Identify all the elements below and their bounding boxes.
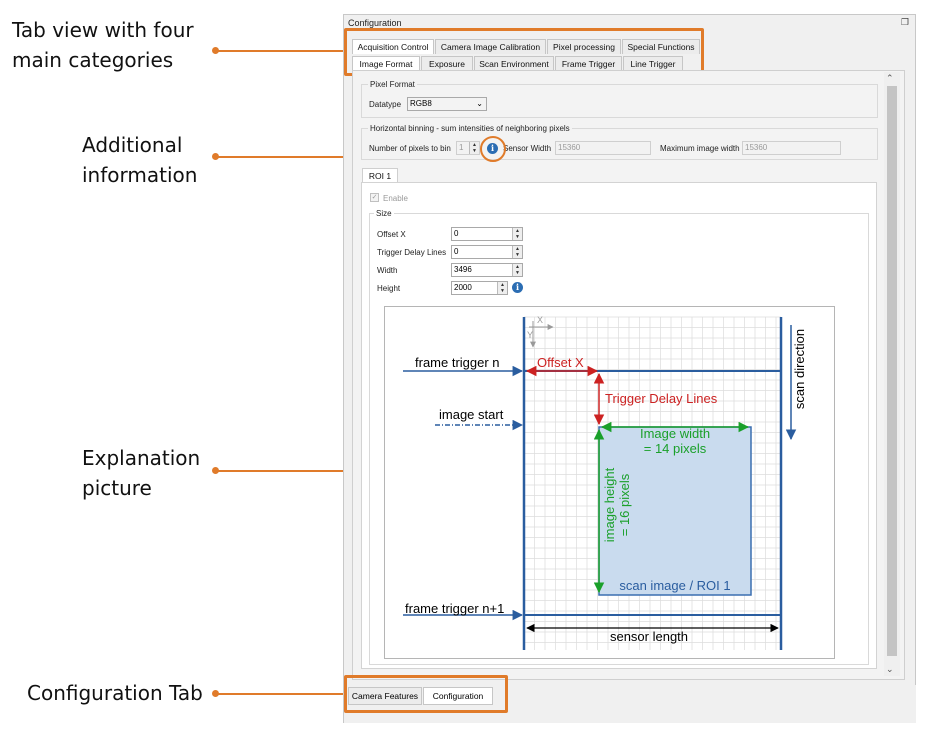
scan-direction-label: scan direction bbox=[792, 329, 807, 409]
diagram-svg: frame trigger n image start frame trigge… bbox=[403, 315, 807, 650]
image-start-label: image start bbox=[439, 407, 504, 422]
frame-trigger-n1-label: frame trigger n+1 bbox=[405, 601, 504, 616]
width-value: 3496 bbox=[454, 265, 472, 274]
annotation-line-2: picture bbox=[82, 476, 152, 500]
annotation-line-2: information bbox=[82, 163, 198, 187]
spin-arrows-icon[interactable]: ▲ ▼ bbox=[512, 246, 522, 258]
enable-label: Enable bbox=[383, 194, 408, 203]
spin-arrows-icon[interactable]: ▲ ▼ bbox=[512, 264, 522, 276]
annotation-config-tab: Configuration Tab bbox=[27, 681, 203, 705]
image-height-value: = 16 pixels bbox=[617, 473, 632, 536]
image-height-label: image height bbox=[602, 467, 617, 542]
sensor-width-field: 15360 bbox=[555, 141, 651, 155]
pixel-format-title: Pixel Format bbox=[368, 80, 417, 89]
width-label: Width bbox=[377, 266, 398, 275]
sensor-width-label: Sensor Width bbox=[503, 144, 552, 153]
image-width-value: = 14 pixels bbox=[644, 441, 707, 456]
undock-icon[interactable]: ❐ bbox=[901, 17, 909, 28]
scan-image-label: scan image / ROI 1 bbox=[619, 578, 730, 593]
offset-x-label: Offset X bbox=[377, 230, 406, 239]
annotation-line-1: Additional bbox=[82, 133, 183, 157]
binning-title: Horizontal binning - sum intensities of … bbox=[368, 124, 572, 133]
trigger-delay-diagram-label: Trigger Delay Lines bbox=[605, 391, 718, 406]
annotation-line-1: Explanation bbox=[82, 446, 201, 470]
height-value: 2000 bbox=[454, 283, 472, 292]
trigger-delay-value: 0 bbox=[454, 247, 459, 256]
chevron-down-icon: ⌄ bbox=[476, 99, 483, 108]
annotation-connector bbox=[215, 693, 345, 695]
trigger-delay-label: Trigger Delay Lines bbox=[377, 248, 447, 257]
annotation-line-2: main categories bbox=[12, 48, 174, 72]
spin-arrows-icon[interactable]: ▲ ▼ bbox=[512, 228, 522, 240]
tab-highlight-box bbox=[344, 28, 704, 76]
tab-roi-1[interactable]: ROI 1 bbox=[362, 168, 398, 183]
vertical-scrollbar[interactable]: ⌃ ⌄ bbox=[884, 72, 900, 676]
bin-count-input[interactable]: 1 ▲ ▼ bbox=[456, 141, 480, 155]
annotation-line-1: Tab view with four bbox=[12, 18, 194, 42]
image-width-label: Image width bbox=[640, 426, 710, 441]
scroll-up-icon[interactable]: ⌃ bbox=[886, 73, 894, 84]
offset-x-value: 0 bbox=[454, 229, 459, 238]
window-title: Configuration bbox=[348, 18, 402, 28]
offset-x-input[interactable]: 0 ▲ ▼ bbox=[451, 227, 523, 241]
frame-trigger-n-label: frame trigger n bbox=[415, 355, 500, 370]
scroll-thumb[interactable] bbox=[887, 86, 897, 656]
height-input[interactable]: 2000 ▲ ▼ bbox=[451, 281, 508, 295]
annotation-explanation: Explanation picture bbox=[82, 443, 200, 503]
enable-checkbox[interactable]: ✓ bbox=[370, 193, 379, 202]
axis-x-label: X bbox=[537, 315, 543, 325]
spin-arrows-icon[interactable]: ▲ ▼ bbox=[469, 142, 479, 154]
spin-arrows-icon[interactable]: ▲ ▼ bbox=[497, 282, 507, 294]
explanation-diagram: frame trigger n image start frame trigge… bbox=[384, 306, 835, 659]
size-title: Size bbox=[374, 209, 394, 218]
datatype-select[interactable]: RGB8 ⌄ bbox=[407, 97, 487, 111]
datatype-label: Datatype bbox=[369, 100, 402, 109]
info-highlight-circle bbox=[480, 136, 506, 162]
annotation-tab-view: Tab view with four main categories bbox=[12, 15, 194, 75]
info-icon[interactable]: i bbox=[512, 282, 523, 293]
height-label: Height bbox=[377, 284, 401, 293]
offset-x-diagram-label: Offset X bbox=[537, 355, 584, 370]
bin-count-value: 1 bbox=[459, 143, 464, 152]
axis-y-label: Y bbox=[527, 330, 533, 340]
trigger-delay-input[interactable]: 0 ▲ ▼ bbox=[451, 245, 523, 259]
annotation-connector bbox=[215, 50, 345, 52]
bin-count-label: Number of pixels to bin bbox=[369, 144, 451, 153]
max-width-label: Maximum image width bbox=[660, 144, 740, 153]
width-input[interactable]: 3496 ▲ ▼ bbox=[451, 263, 523, 277]
sensor-length-label: sensor length bbox=[610, 629, 688, 644]
max-width-field: 15360 bbox=[742, 141, 841, 155]
scroll-down-icon[interactable]: ⌄ bbox=[886, 664, 894, 675]
datatype-value: RGB8 bbox=[410, 99, 432, 108]
annotation-additional-info: Additional information bbox=[82, 130, 197, 190]
config-tab-highlight-box bbox=[344, 675, 508, 713]
